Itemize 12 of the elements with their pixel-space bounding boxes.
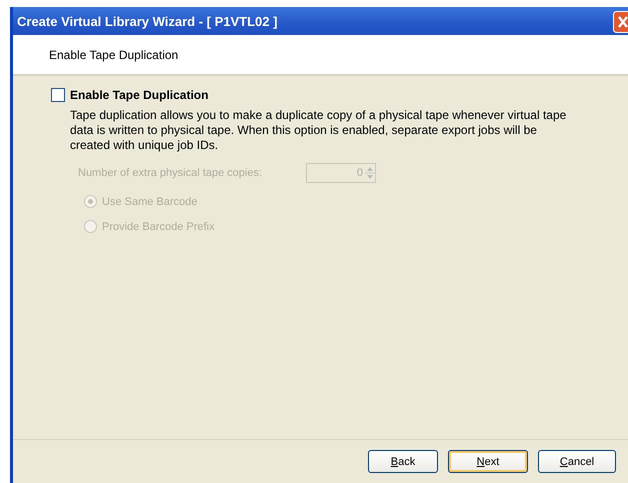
- wizard-button[interactable]: Next: [448, 450, 528, 473]
- wizard-button[interactable]: Back: [368, 450, 438, 473]
- page-title: Enable Tape Duplication: [49, 48, 178, 62]
- radio-label: Provide Barcode Prefix: [102, 220, 214, 232]
- checkbox[interactable]: [51, 88, 65, 102]
- copies-label: Number of extra physical tape copies:: [78, 167, 264, 179]
- checkbox-label: Enable Tape Duplication: [70, 88, 208, 102]
- close-icon[interactable]: [613, 11, 628, 33]
- radio-label: Use Same Barcode: [102, 196, 198, 208]
- window-title: Create Virtual Library Wizard - [ P1VTL02 ]: [17, 14, 278, 28]
- wizard-button[interactable]: Cancel: [538, 450, 616, 473]
- description-text: Tape duplication allows you to make a duplicate copy of a physical tape whenever virtual tape data is written to physical tape. When this option is enabled, separate export jobs will be created with unique job IDs.: [70, 108, 568, 153]
